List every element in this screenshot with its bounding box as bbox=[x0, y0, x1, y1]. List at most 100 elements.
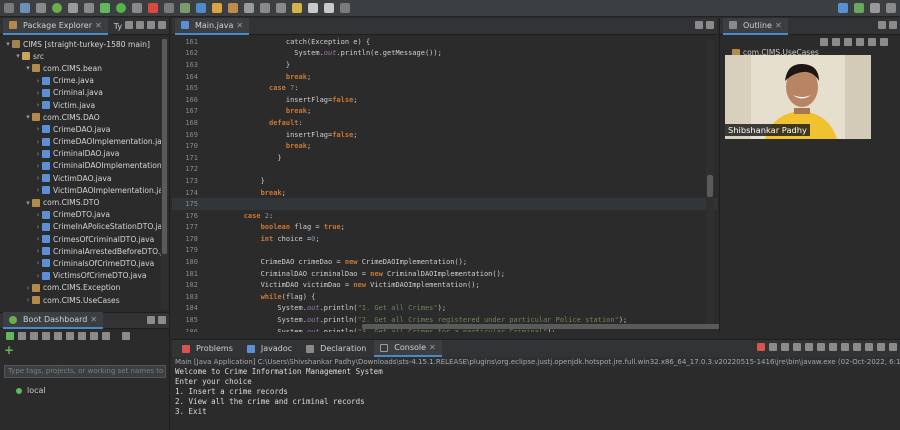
code-line[interactable]: 165 case 7: bbox=[172, 82, 717, 94]
close-icon[interactable]: ✕ bbox=[90, 315, 97, 324]
chevron-right-icon[interactable]: › bbox=[34, 125, 42, 133]
code-line[interactable]: 177 boolean flag = true; bbox=[172, 222, 717, 234]
external-tools-icon[interactable] bbox=[148, 3, 158, 13]
annotation-prev-icon[interactable] bbox=[276, 3, 286, 13]
sort-icon[interactable] bbox=[820, 38, 828, 46]
tree-item[interactable]: › VictimDAOImplementation.ja bbox=[0, 184, 169, 196]
new-package-icon[interactable] bbox=[180, 3, 190, 13]
code-line[interactable]: 161 catch(Exception e) { bbox=[172, 36, 717, 48]
tree-item[interactable]: › CriminalsOfCrimeDTO.java bbox=[0, 257, 169, 269]
link-with-editor-icon[interactable] bbox=[136, 21, 144, 29]
chevron-right-icon[interactable]: › bbox=[34, 77, 42, 85]
tab-declaration[interactable]: Declaration bbox=[300, 340, 372, 357]
maximize-icon[interactable] bbox=[889, 343, 897, 351]
chevron-down-icon[interactable]: ▾ bbox=[24, 113, 32, 121]
code-line[interactable]: 182 VictimDAO victimDao = new VictimDAOI… bbox=[172, 279, 717, 291]
hide-fields-icon[interactable] bbox=[832, 38, 840, 46]
tree-item[interactable]: › CrimeDTO.java bbox=[0, 209, 169, 221]
code-line[interactable]: 183 while (flag) { bbox=[172, 291, 717, 303]
chevron-right-icon[interactable]: › bbox=[34, 247, 42, 255]
save-icon[interactable] bbox=[20, 3, 30, 13]
chevron-right-icon[interactable]: › bbox=[34, 138, 42, 146]
perspective-debug-icon[interactable] bbox=[870, 3, 880, 13]
chevron-down-icon[interactable]: ▾ bbox=[4, 40, 12, 48]
code-editor[interactable]: Main.java ✕ 161 catch(Exception e) {162 … bbox=[172, 17, 862, 332]
close-icon[interactable]: ✕ bbox=[775, 21, 782, 30]
tree-item[interactable]: ▾ CIMS [straight-turkey-1580 main] bbox=[0, 38, 169, 50]
tree-item[interactable]: ▾ com.CIMS.DTO bbox=[0, 196, 169, 208]
open-type-icon[interactable] bbox=[212, 3, 222, 13]
code-area[interactable]: 161 catch(Exception e) {162 System. out .p… bbox=[172, 36, 717, 332]
tab-outline[interactable]: Outline ✕ bbox=[723, 17, 788, 35]
tree-item[interactable]: › Crime.java bbox=[0, 75, 169, 87]
tree-item[interactable]: › CrimesOfCriminalDTO.java bbox=[0, 233, 169, 245]
terminate-icon[interactable] bbox=[757, 343, 765, 351]
maximize-icon[interactable] bbox=[158, 316, 166, 324]
open-console-icon[interactable] bbox=[66, 332, 74, 340]
minimize-icon[interactable] bbox=[158, 21, 166, 29]
new-class-icon[interactable] bbox=[196, 3, 206, 13]
tree-item[interactable]: › Victim.java bbox=[0, 99, 169, 111]
minimize-icon[interactable] bbox=[877, 343, 885, 351]
code-line[interactable]: 163 } bbox=[172, 59, 717, 71]
view-menu-icon[interactable] bbox=[147, 21, 155, 29]
run-dropdown-icon[interactable] bbox=[132, 3, 142, 13]
perspective-java-icon[interactable] bbox=[838, 3, 848, 13]
tab-type-hierarchy[interactable]: Ty bbox=[112, 18, 124, 35]
chevron-down-icon[interactable]: ▾ bbox=[24, 199, 32, 207]
perspective-spring-icon[interactable] bbox=[854, 3, 864, 13]
new-file-icon[interactable] bbox=[4, 3, 14, 13]
chevron-right-icon[interactable]: › bbox=[34, 186, 42, 194]
maximize-icon[interactable] bbox=[706, 21, 714, 29]
minimize-icon[interactable] bbox=[147, 316, 155, 324]
close-icon[interactable]: ✕ bbox=[95, 21, 102, 30]
debug-restart-icon[interactable] bbox=[42, 332, 50, 340]
chevron-right-icon[interactable]: › bbox=[34, 162, 42, 170]
back-icon[interactable] bbox=[308, 3, 318, 13]
hide-local-types-icon[interactable] bbox=[868, 38, 876, 46]
perspective-git-icon[interactable] bbox=[886, 3, 896, 13]
close-icon[interactable]: ✕ bbox=[429, 343, 436, 352]
pin-editor-icon[interactable] bbox=[340, 3, 350, 13]
code-line[interactable]: 178 int choice = 0; bbox=[172, 233, 717, 245]
new-java-project-icon[interactable] bbox=[164, 3, 174, 13]
pin-console-icon[interactable] bbox=[841, 343, 849, 351]
tree-item[interactable]: › VictimDAO.java bbox=[0, 172, 169, 184]
tab-package-explorer[interactable]: Package Explorer ✕ bbox=[3, 17, 108, 35]
search-icon[interactable] bbox=[228, 3, 238, 13]
stop-icon[interactable] bbox=[18, 332, 26, 340]
boot-filter-input[interactable]: Type tags, projects, or working set name… bbox=[4, 365, 166, 378]
chevron-down-icon[interactable]: ▾ bbox=[14, 52, 22, 60]
minimize-icon[interactable] bbox=[878, 21, 886, 29]
chevron-right-icon[interactable]: › bbox=[34, 235, 42, 243]
tree-item[interactable]: › com.CIMS.Exception bbox=[0, 282, 169, 294]
remove-all-icon[interactable] bbox=[781, 343, 789, 351]
restart-icon[interactable] bbox=[30, 332, 38, 340]
open-config-icon[interactable] bbox=[78, 332, 86, 340]
filter-icon[interactable] bbox=[102, 332, 110, 340]
chevron-right-icon[interactable]: › bbox=[34, 272, 42, 280]
code-line[interactable]: 176 case 2: bbox=[172, 210, 717, 222]
add-target-icon[interactable]: + bbox=[4, 343, 14, 357]
tab-main-java[interactable]: Main.java ✕ bbox=[175, 17, 250, 35]
display-console-icon[interactable] bbox=[853, 343, 861, 351]
code-line[interactable]: 162 System. out .println(e.getMessage()); bbox=[172, 48, 717, 60]
chevron-right-icon[interactable]: › bbox=[34, 259, 42, 267]
view-menu-icon[interactable] bbox=[880, 38, 888, 46]
chevron-right-icon[interactable]: › bbox=[24, 296, 32, 304]
maximize-icon[interactable] bbox=[889, 21, 897, 29]
code-line[interactable]: 172 bbox=[172, 164, 717, 176]
remove-launch-icon[interactable] bbox=[769, 343, 777, 351]
view-menu-icon[interactable] bbox=[122, 332, 130, 340]
last-edit-icon[interactable] bbox=[292, 3, 302, 13]
tab-problems[interactable]: Problems bbox=[176, 340, 239, 357]
show-on-output-icon[interactable] bbox=[829, 343, 837, 351]
live-hover-icon[interactable] bbox=[90, 332, 98, 340]
scroll-lock-icon[interactable] bbox=[805, 343, 813, 351]
open-console-icon[interactable] bbox=[865, 343, 873, 351]
minimize-icon[interactable] bbox=[695, 21, 703, 29]
code-line[interactable]: 179 bbox=[172, 245, 717, 257]
word-wrap-icon[interactable] bbox=[817, 343, 825, 351]
tab-boot-dashboard[interactable]: Boot Dashboard ✕ bbox=[3, 312, 104, 329]
tree-item[interactable]: ▾ com.CIMS.bean bbox=[0, 62, 169, 74]
